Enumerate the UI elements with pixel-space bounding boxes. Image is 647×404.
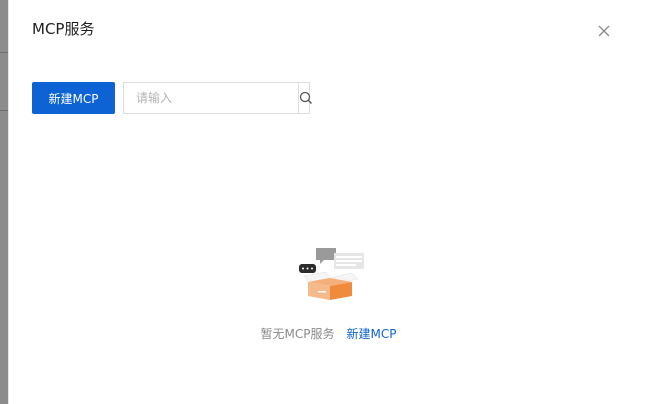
search-button[interactable] [298,83,313,113]
empty-message: 暂无MCP服务 [260,327,335,341]
close-icon[interactable] [597,23,611,37]
search-icon [299,91,312,104]
empty-box-icon [290,246,366,302]
backdrop-divider [0,52,8,53]
create-mcp-link[interactable]: 新建MCP [347,327,397,341]
new-mcp-button[interactable]: 新建MCP [32,82,115,114]
page-backdrop [0,0,8,404]
search-box [123,82,313,114]
search-input[interactable] [124,83,298,113]
backdrop-divider [0,110,8,111]
empty-state: 暂无MCP服务 新建MCP [9,325,647,342]
drawer-title: MCP服务 [32,20,95,38]
mcp-drawer: MCP服务 新建MCP 请输入 暂无MCP服务 新建MCP [8,0,647,404]
